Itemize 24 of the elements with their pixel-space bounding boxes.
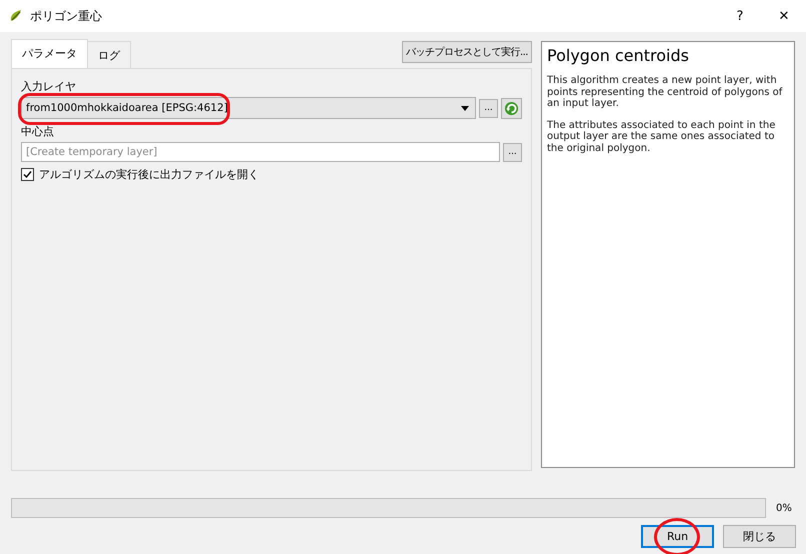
help-title: Polygon centroids bbox=[547, 46, 690, 65]
layer-dropdown[interactable]: from1000mhokkaidoarea [EPSG:4612] bbox=[21, 97, 476, 119]
close-button[interactable]: ✕ bbox=[762, 8, 806, 24]
dialog-button[interactable]: 閉じる bbox=[723, 525, 796, 548]
field-label: 入力レイヤ bbox=[21, 79, 77, 94]
iterate-button[interactable] bbox=[501, 98, 522, 118]
output-field[interactable]: [Create temporary layer] bbox=[21, 142, 500, 162]
refresh-icon bbox=[504, 100, 519, 116]
tab[interactable]: パラメータ bbox=[11, 39, 88, 68]
help-text: The attributes associated to each point in the output layer are the same ones associated to the original polygon. bbox=[547, 120, 776, 154]
app-logo-icon bbox=[8, 8, 24, 24]
tab[interactable]: ログ bbox=[87, 41, 131, 68]
browse-button[interactable]: ... bbox=[479, 98, 498, 118]
dialog-button[interactable]: Run bbox=[641, 525, 714, 548]
help-button[interactable]: ? bbox=[718, 8, 762, 24]
batch-process-button[interactable]: バッチプロセスとして実行... bbox=[402, 41, 532, 63]
browse-button[interactable]: ... bbox=[503, 142, 522, 162]
checkbox[interactable] bbox=[21, 168, 34, 181]
dropdown-arrow-icon bbox=[461, 106, 469, 110]
progress-reading: 0% bbox=[776, 502, 792, 514]
checkbox-label: アルゴリズムの実行後に出力ファイルを開く bbox=[39, 167, 259, 182]
window-title: ポリゴン重心 bbox=[30, 8, 102, 24]
field-label: 中心点 bbox=[21, 124, 55, 139]
help-text: This algorithm creates a new point layer, with points representing the centroid of polygons of an input layer. bbox=[547, 75, 784, 110]
